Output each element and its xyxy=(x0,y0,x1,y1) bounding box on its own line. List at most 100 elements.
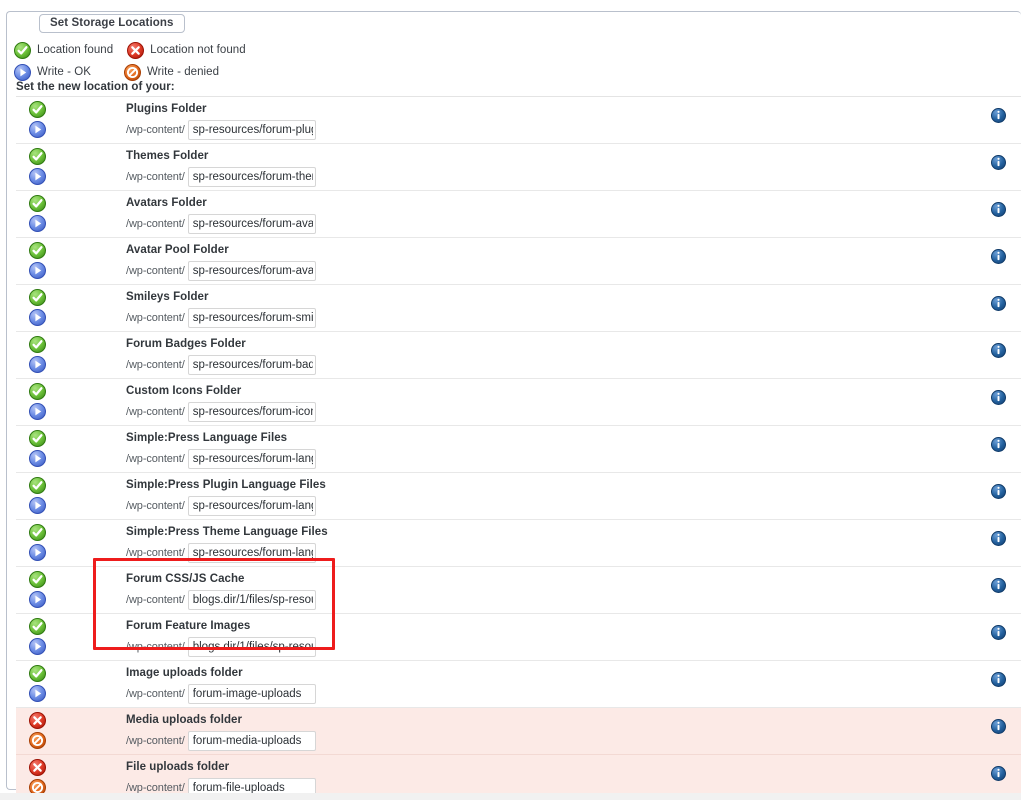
info-circle-icon[interactable] xyxy=(990,390,1006,405)
path-prefix-label: /wp-content/ xyxy=(126,359,185,371)
row-main-cell: Image uploads folder/wp-content/ xyxy=(126,661,968,704)
path-input[interactable] xyxy=(187,214,316,234)
play-circle-blue-icon xyxy=(29,497,46,514)
path-line: /wp-content/ xyxy=(126,402,968,422)
path-input[interactable] xyxy=(187,543,316,563)
path-input[interactable] xyxy=(187,590,316,610)
folder-title: Plugins Folder xyxy=(126,103,207,115)
play-circle-blue-icon xyxy=(29,262,46,279)
row-info-cell xyxy=(968,191,1021,217)
info-circle-icon[interactable] xyxy=(990,766,1006,781)
info-circle-icon[interactable] xyxy=(990,437,1006,452)
row-main-cell: Plugins Folder/wp-content/ xyxy=(126,97,968,140)
legend-write-ok: Write - OK xyxy=(14,63,91,81)
path-input[interactable] xyxy=(187,355,316,375)
row-main-cell: Forum Feature Images/wp-content/ xyxy=(126,614,968,657)
path-line: /wp-content/ xyxy=(126,355,968,375)
check-circle-green-icon xyxy=(29,618,46,635)
path-input[interactable] xyxy=(187,449,316,469)
folder-title: Simple:Press Plugin Language Files xyxy=(126,479,326,491)
path-line: /wp-content/ xyxy=(126,684,968,704)
info-circle-icon[interactable] xyxy=(990,202,1006,217)
info-circle-icon[interactable] xyxy=(990,484,1006,499)
play-circle-blue-icon xyxy=(29,215,46,232)
row-status-cell xyxy=(16,661,126,702)
row-status-cell xyxy=(16,285,126,326)
row-main-cell: Avatar Pool Folder/wp-content/ xyxy=(126,238,968,281)
folder-title: Custom Icons Folder xyxy=(126,385,242,397)
check-circle-green-icon xyxy=(29,336,46,353)
row-main-cell: Themes Folder/wp-content/ xyxy=(126,144,968,187)
row-status-cell xyxy=(16,144,126,185)
table-row: Themes Folder/wp-content/ xyxy=(16,144,1021,191)
row-status-cell xyxy=(16,332,126,373)
table-row: Forum Feature Images/wp-content/ xyxy=(16,614,1021,661)
path-input[interactable] xyxy=(187,731,316,751)
play-circle-blue-icon xyxy=(29,309,46,326)
row-status-cell xyxy=(16,191,126,232)
path-prefix-label: /wp-content/ xyxy=(126,641,185,653)
path-prefix-label: /wp-content/ xyxy=(126,171,185,183)
play-circle-blue-icon xyxy=(29,638,46,655)
path-input[interactable] xyxy=(187,261,316,281)
legend-write-denied: Write - denied xyxy=(123,63,219,81)
row-info-cell xyxy=(968,708,1021,734)
path-prefix-label: /wp-content/ xyxy=(126,124,185,136)
info-circle-icon[interactable] xyxy=(990,578,1006,593)
path-input[interactable] xyxy=(187,120,316,140)
check-circle-green-icon xyxy=(29,477,46,494)
path-prefix-label: /wp-content/ xyxy=(126,406,185,418)
row-status-cell xyxy=(16,473,126,514)
info-circle-icon[interactable] xyxy=(990,249,1006,264)
play-circle-blue-icon xyxy=(29,591,46,608)
row-status-cell xyxy=(16,520,126,561)
info-circle-icon[interactable] xyxy=(990,531,1006,546)
path-input[interactable] xyxy=(187,637,316,657)
row-main-cell: Simple:Press Language Files/wp-content/ xyxy=(126,426,968,469)
info-circle-icon[interactable] xyxy=(990,296,1006,311)
play-circle-blue-icon xyxy=(29,685,46,702)
path-prefix-label: /wp-content/ xyxy=(126,500,185,512)
row-info-cell xyxy=(968,755,1021,781)
folder-title: Avatar Pool Folder xyxy=(126,244,229,256)
info-circle-icon[interactable] xyxy=(990,343,1006,358)
play-circle-blue-icon xyxy=(29,168,46,185)
path-prefix-label: /wp-content/ xyxy=(126,265,185,277)
info-circle-icon[interactable] xyxy=(990,719,1006,734)
info-circle-icon[interactable] xyxy=(990,108,1006,123)
row-info-cell xyxy=(968,520,1021,546)
table-row: Image uploads folder/wp-content/ xyxy=(16,661,1021,708)
path-input[interactable] xyxy=(187,308,316,328)
row-info-cell xyxy=(968,238,1021,264)
path-prefix-label: /wp-content/ xyxy=(126,688,185,700)
folder-title: File uploads folder xyxy=(126,761,230,773)
legend-location-found-label: Location found xyxy=(37,44,114,56)
row-status-cell xyxy=(16,755,126,796)
table-row: Forum CSS/JS Cache/wp-content/ xyxy=(16,567,1021,614)
info-circle-icon[interactable] xyxy=(990,672,1006,687)
play-circle-blue-icon xyxy=(29,403,46,420)
path-prefix-label: /wp-content/ xyxy=(126,218,185,230)
info-circle-icon[interactable] xyxy=(990,155,1006,170)
table-row: Simple:Press Language Files/wp-content/ xyxy=(16,426,1021,473)
row-info-cell xyxy=(968,661,1021,687)
info-circle-icon[interactable] xyxy=(990,625,1006,640)
row-status-cell xyxy=(16,426,126,467)
row-main-cell: Simple:Press Plugin Language Files/wp-co… xyxy=(126,473,968,516)
legend-write-ok-label: Write - OK xyxy=(37,66,91,78)
path-input[interactable] xyxy=(187,496,316,516)
table-row: Media uploads folder/wp-content/ xyxy=(16,708,1021,755)
folder-title: Simple:Press Language Files xyxy=(126,432,288,444)
path-input[interactable] xyxy=(187,402,316,422)
check-circle-green-icon xyxy=(29,571,46,588)
folder-title: Forum Feature Images xyxy=(126,620,251,632)
row-info-cell xyxy=(968,473,1021,499)
path-line: /wp-content/ xyxy=(126,120,968,140)
path-input[interactable] xyxy=(187,167,316,187)
row-status-cell xyxy=(16,708,126,749)
table-row: Avatars Folder/wp-content/ xyxy=(16,191,1021,238)
path-input[interactable] xyxy=(187,684,316,704)
row-status-cell xyxy=(16,567,126,608)
row-info-cell xyxy=(968,97,1021,123)
folder-title: Forum CSS/JS Cache xyxy=(126,573,245,585)
